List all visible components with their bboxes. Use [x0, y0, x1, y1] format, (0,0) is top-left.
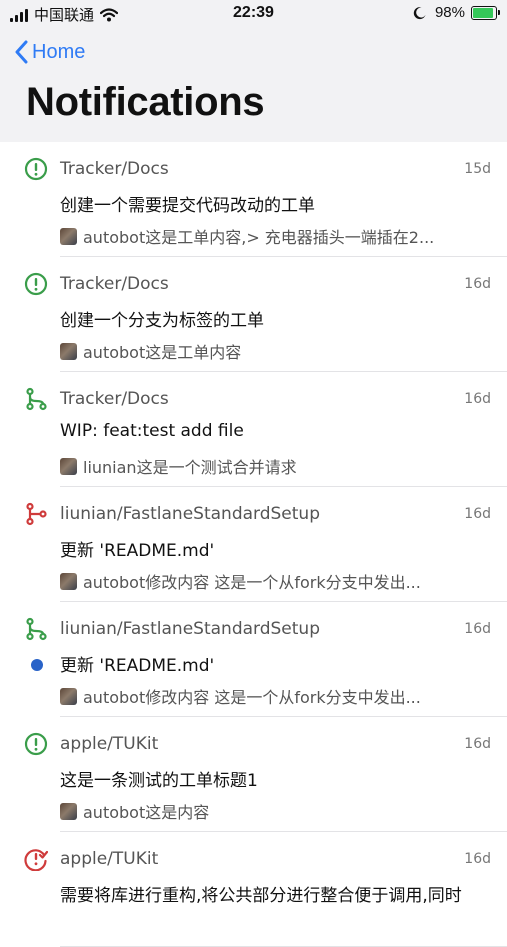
notification-date: 16d — [464, 276, 491, 292]
notification-repo: Tracker/Docs — [60, 159, 169, 179]
pull-request-icon — [24, 387, 48, 411]
notification-title: WIP: feat:test add file — [60, 421, 244, 441]
notification-title: 更新 'README.md' — [60, 541, 215, 561]
notification-repo: apple/TUKit — [60, 849, 159, 869]
notification-repo: apple/TUKit — [60, 734, 159, 754]
notification-subtitle-text: autobot修改内容 这是一个从fork分支中发出... — [83, 688, 421, 707]
notification-title: 需要将库进行重构,将公共部分进行整合便于调用,同时 — [60, 886, 462, 906]
notification-repo: Tracker/Docs — [60, 274, 169, 294]
notification-subtitle: liunian这是一个测试合并请求 — [60, 454, 480, 478]
notification-repo: liunian/FastlaneStandardSetup — [60, 619, 320, 639]
issue-open-icon — [24, 272, 48, 296]
notification-row[interactable]: liunian/FastlaneStandardSetup 16d 更新 'RE… — [0, 487, 507, 602]
notification-row[interactable]: apple/TUKit 16d 需要将库进行重构,将公共部分进行整合便于调用,同… — [0, 832, 507, 947]
notification-row[interactable]: Tracker/Docs 16d WIP: feat:test add file… — [0, 372, 507, 487]
notification-row[interactable]: Tracker/Docs 15d 创建一个需要提交代码改动的工单 autobot… — [0, 142, 507, 257]
issue-open-icon — [24, 157, 48, 181]
notification-repo: liunian/FastlaneStandardSetup — [60, 504, 320, 524]
page-title: Notifications — [26, 80, 265, 124]
notification-subtitle-text: autobot修改内容 这是一个从fork分支中发出... — [83, 573, 421, 592]
moon-icon — [413, 6, 426, 19]
notification-date: 16d — [464, 736, 491, 752]
avatar — [60, 687, 77, 705]
avatar — [60, 342, 77, 360]
pull-request-icon — [24, 617, 48, 641]
status-bar: 中国联通 22:39 98% — [0, 0, 507, 28]
navigation-header: Home Notifications — [0, 28, 507, 142]
notification-title: 这是一条测试的工单标题1 — [60, 771, 258, 791]
back-label: Home — [32, 40, 86, 63]
chevron-left-icon — [15, 40, 28, 64]
avatar — [60, 802, 77, 820]
avatar — [60, 572, 77, 590]
notification-subtitle: autobot修改内容 这是一个从fork分支中发出... — [60, 684, 480, 708]
battery-icon — [471, 5, 500, 20]
notification-subtitle: autobot这是工单内容,> 充电器插头一端插在2... — [60, 224, 480, 248]
notification-date: 15d — [464, 161, 491, 177]
issue-open-icon — [24, 732, 48, 756]
notification-date: 16d — [464, 621, 491, 637]
notification-row[interactable]: apple/TUKit 16d 这是一条测试的工单标题1 autobot这是内容 — [0, 717, 507, 832]
notification-date: 16d — [464, 391, 491, 407]
notification-title: 创建一个需要提交代码改动的工单 — [60, 196, 315, 216]
notification-row[interactable]: Tracker/Docs 16d 创建一个分支为标签的工单 autobot这是工… — [0, 257, 507, 372]
notification-subtitle-text: autobot这是工单内容,> 充电器插头一端插在2... — [83, 228, 435, 247]
notification-subtitle: autobot这是内容 — [60, 799, 480, 823]
issue-closed-icon — [24, 847, 49, 872]
notification-repo: Tracker/Docs — [60, 389, 169, 409]
battery-percent: 98% — [434, 4, 465, 21]
notification-subtitle-text: autobot这是工单内容 — [83, 343, 242, 362]
unread-dot-icon — [31, 659, 43, 671]
notification-subtitle-text: autobot这是内容 — [83, 803, 210, 822]
notification-title: 更新 'README.md' — [60, 656, 215, 676]
notification-title: 创建一个分支为标签的工单 — [60, 311, 264, 331]
notification-subtitle: autobot修改内容 这是一个从fork分支中发出... — [60, 569, 480, 593]
notification-subtitle: autobot这是工单内容 — [60, 339, 480, 363]
back-button[interactable]: Home — [14, 40, 85, 64]
notification-date: 16d — [464, 851, 491, 867]
notification-list: Tracker/Docs 15d 创建一个需要提交代码改动的工单 autobot… — [0, 142, 507, 947]
avatar — [60, 457, 77, 475]
pull-request-closed-icon — [24, 502, 48, 526]
notification-subtitle-text: liunian这是一个测试合并请求 — [83, 458, 297, 477]
notification-row[interactable]: liunian/FastlaneStandardSetup 16d 更新 'RE… — [0, 602, 507, 717]
notification-date: 16d — [464, 506, 491, 522]
avatar — [60, 227, 77, 245]
